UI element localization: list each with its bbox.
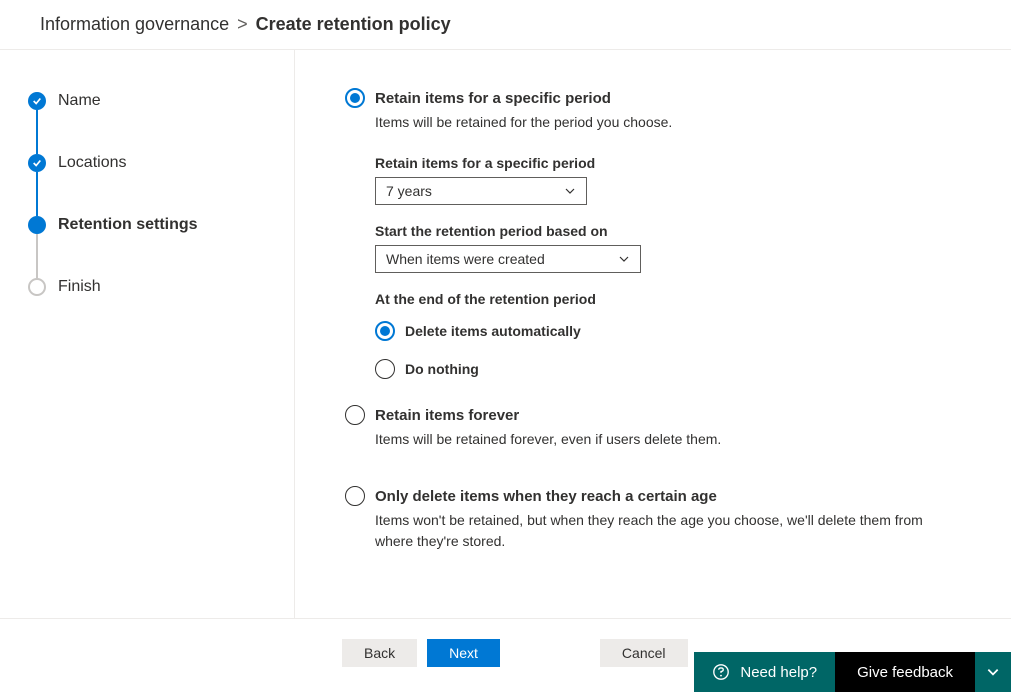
- period-field-label: Retain items for a specific period: [375, 155, 961, 171]
- step-connector: [36, 234, 38, 278]
- radio-label: Do nothing: [405, 361, 479, 377]
- radio-delete-auto[interactable]: [375, 321, 395, 341]
- option-retain-specific: Retain items for a specific period Items…: [345, 88, 961, 379]
- radio-delete-only[interactable]: [345, 486, 365, 506]
- step-name[interactable]: Name: [28, 92, 294, 110]
- radio-retain-specific[interactable]: [345, 88, 365, 108]
- breadcrumb-parent[interactable]: Information governance: [40, 14, 229, 35]
- need-help-button[interactable]: Need help?: [694, 652, 835, 692]
- current-step-icon: [28, 216, 46, 234]
- wizard-steps-sidebar: Name Locations Retention settings Finish: [0, 50, 295, 618]
- question-circle-icon: [712, 663, 730, 681]
- step-label: Finish: [58, 278, 101, 296]
- step-retention-settings[interactable]: Retention settings: [28, 216, 294, 234]
- select-value: 7 years: [386, 183, 432, 199]
- step-locations[interactable]: Locations: [28, 154, 294, 172]
- option-description: Items won't be retained, but when they r…: [375, 510, 961, 552]
- option-description: Items will be retained for the period yo…: [375, 112, 961, 133]
- help-label: Need help?: [740, 664, 817, 681]
- breadcrumb-separator: >: [237, 14, 248, 35]
- checkmark-icon: [28, 92, 46, 110]
- option-title: Only delete items when they reach a cert…: [375, 488, 717, 505]
- start-select[interactable]: When items were created: [375, 245, 641, 273]
- step-connector: [36, 172, 38, 216]
- chevron-down-icon: [564, 185, 576, 197]
- cancel-button[interactable]: Cancel: [600, 639, 688, 667]
- next-button[interactable]: Next: [427, 639, 500, 667]
- content-area: Retain items for a specific period Items…: [295, 50, 1011, 618]
- step-label: Retention settings: [58, 216, 198, 234]
- radio-retain-forever[interactable]: [345, 405, 365, 425]
- period-select[interactable]: 7 years: [375, 177, 587, 205]
- step-label: Locations: [58, 154, 127, 172]
- option-title: Retain items for a specific period: [375, 90, 611, 107]
- chevron-down-icon: [986, 665, 1000, 679]
- start-field-label: Start the retention period based on: [375, 223, 961, 239]
- back-button[interactable]: Back: [342, 639, 417, 667]
- expand-help-button[interactable]: [975, 652, 1011, 692]
- option-delete-only: Only delete items when they reach a cert…: [345, 486, 961, 552]
- pending-step-icon: [28, 278, 46, 296]
- option-retain-forever: Retain items forever Items will be retai…: [345, 405, 961, 450]
- checkmark-icon: [28, 154, 46, 172]
- give-feedback-button[interactable]: Give feedback: [835, 652, 975, 692]
- radio-do-nothing[interactable]: [375, 359, 395, 379]
- option-description: Items will be retained forever, even if …: [375, 429, 961, 450]
- radio-label: Delete items automatically: [405, 323, 581, 339]
- feedback-label: Give feedback: [857, 664, 953, 681]
- step-connector: [36, 110, 38, 154]
- breadcrumb: Information governance > Create retentio…: [0, 0, 1011, 50]
- option-title: Retain items forever: [375, 407, 519, 424]
- chevron-down-icon: [618, 253, 630, 265]
- help-feedback-bar: Need help? Give feedback: [694, 652, 1011, 692]
- step-label: Name: [58, 92, 101, 110]
- select-value: When items were created: [386, 251, 545, 267]
- step-finish[interactable]: Finish: [28, 278, 294, 296]
- breadcrumb-current: Create retention policy: [256, 14, 451, 35]
- end-field-label: At the end of the retention period: [375, 291, 961, 307]
